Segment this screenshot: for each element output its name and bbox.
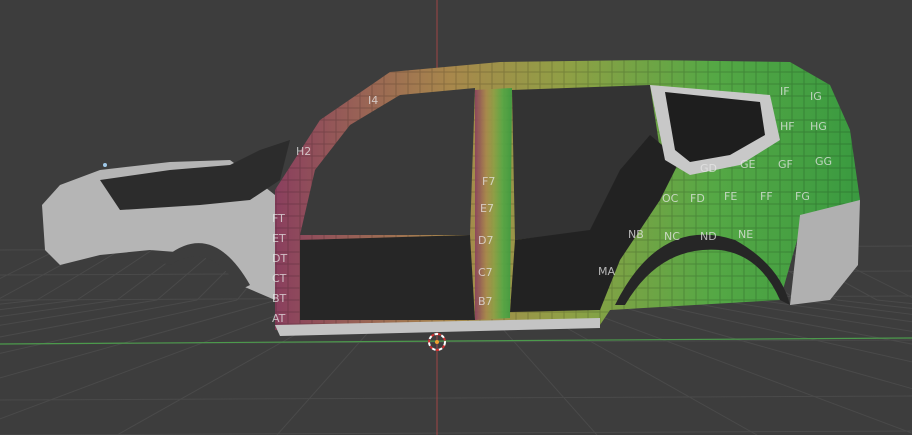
grid-line bbox=[756, 299, 912, 323]
texture-label: DT bbox=[272, 252, 287, 265]
texture-label: CT bbox=[272, 272, 287, 285]
texture-label: I4 bbox=[368, 94, 378, 107]
texture-label: FT bbox=[272, 212, 285, 225]
texture-label: C7 bbox=[478, 266, 493, 279]
texture-label: MA bbox=[598, 265, 615, 278]
grid-line bbox=[0, 299, 318, 420]
texture-label: BT bbox=[272, 292, 287, 305]
texture-label: GE bbox=[740, 158, 756, 171]
texture-label: ND bbox=[700, 230, 717, 243]
texture-label: IG bbox=[810, 90, 822, 103]
front-door-opening bbox=[300, 88, 475, 235]
car-body-model[interactable]: I4 H2 FT ET DT CT BT AT F7 E7 D7 C7 B7 IF IG HF HG GD GE GF… bbox=[42, 60, 860, 336]
texture-label: FF bbox=[760, 190, 773, 203]
texture-label: FD bbox=[690, 192, 705, 205]
texture-label: GF bbox=[778, 158, 793, 171]
grid-line bbox=[0, 395, 912, 401]
texture-label: B7 bbox=[478, 295, 493, 308]
texture-label: E7 bbox=[480, 202, 494, 215]
texture-label: FG bbox=[795, 190, 810, 203]
grid-line bbox=[636, 299, 912, 363]
texture-label: NC bbox=[664, 230, 680, 243]
grid-line bbox=[596, 299, 912, 390]
grid-line bbox=[556, 299, 912, 434]
viewport-scene: I4 H2 FT ET DT CT BT AT F7 E7 D7 C7 B7 IF IG HF HG GD GE GF… bbox=[0, 0, 912, 435]
texture-label: NE bbox=[738, 228, 753, 241]
texture-label: HF bbox=[780, 120, 795, 133]
front-interior-dark bbox=[300, 235, 475, 320]
texture-label: NB bbox=[628, 228, 644, 241]
3d-viewport[interactable]: I4 H2 FT ET DT CT BT AT F7 E7 D7 C7 B7 IF IG HF HG GD GE GF… bbox=[0, 0, 912, 435]
rear-bumper bbox=[790, 200, 860, 305]
grid-line bbox=[716, 299, 912, 332]
texture-label: FE bbox=[724, 190, 737, 203]
texture-label: IF bbox=[780, 85, 790, 98]
texture-label: H2 bbox=[296, 145, 311, 158]
light-object-icon[interactable] bbox=[103, 163, 107, 167]
grid-line bbox=[0, 299, 158, 326]
texture-label: AT bbox=[272, 312, 286, 325]
texture-label: OC bbox=[662, 192, 679, 205]
texture-label: HG bbox=[810, 120, 827, 133]
grid-line bbox=[0, 299, 118, 317]
texture-label: ET bbox=[272, 232, 286, 245]
grid-line bbox=[796, 299, 912, 315]
texture-label: GG bbox=[815, 155, 832, 168]
texture-label: GD bbox=[700, 162, 717, 175]
grid-line bbox=[0, 430, 912, 435]
grid-line bbox=[876, 299, 912, 305]
texture-label: D7 bbox=[478, 234, 493, 247]
grid-line bbox=[0, 299, 278, 379]
texture-label: F7 bbox=[482, 175, 495, 188]
grid-line bbox=[676, 299, 912, 345]
